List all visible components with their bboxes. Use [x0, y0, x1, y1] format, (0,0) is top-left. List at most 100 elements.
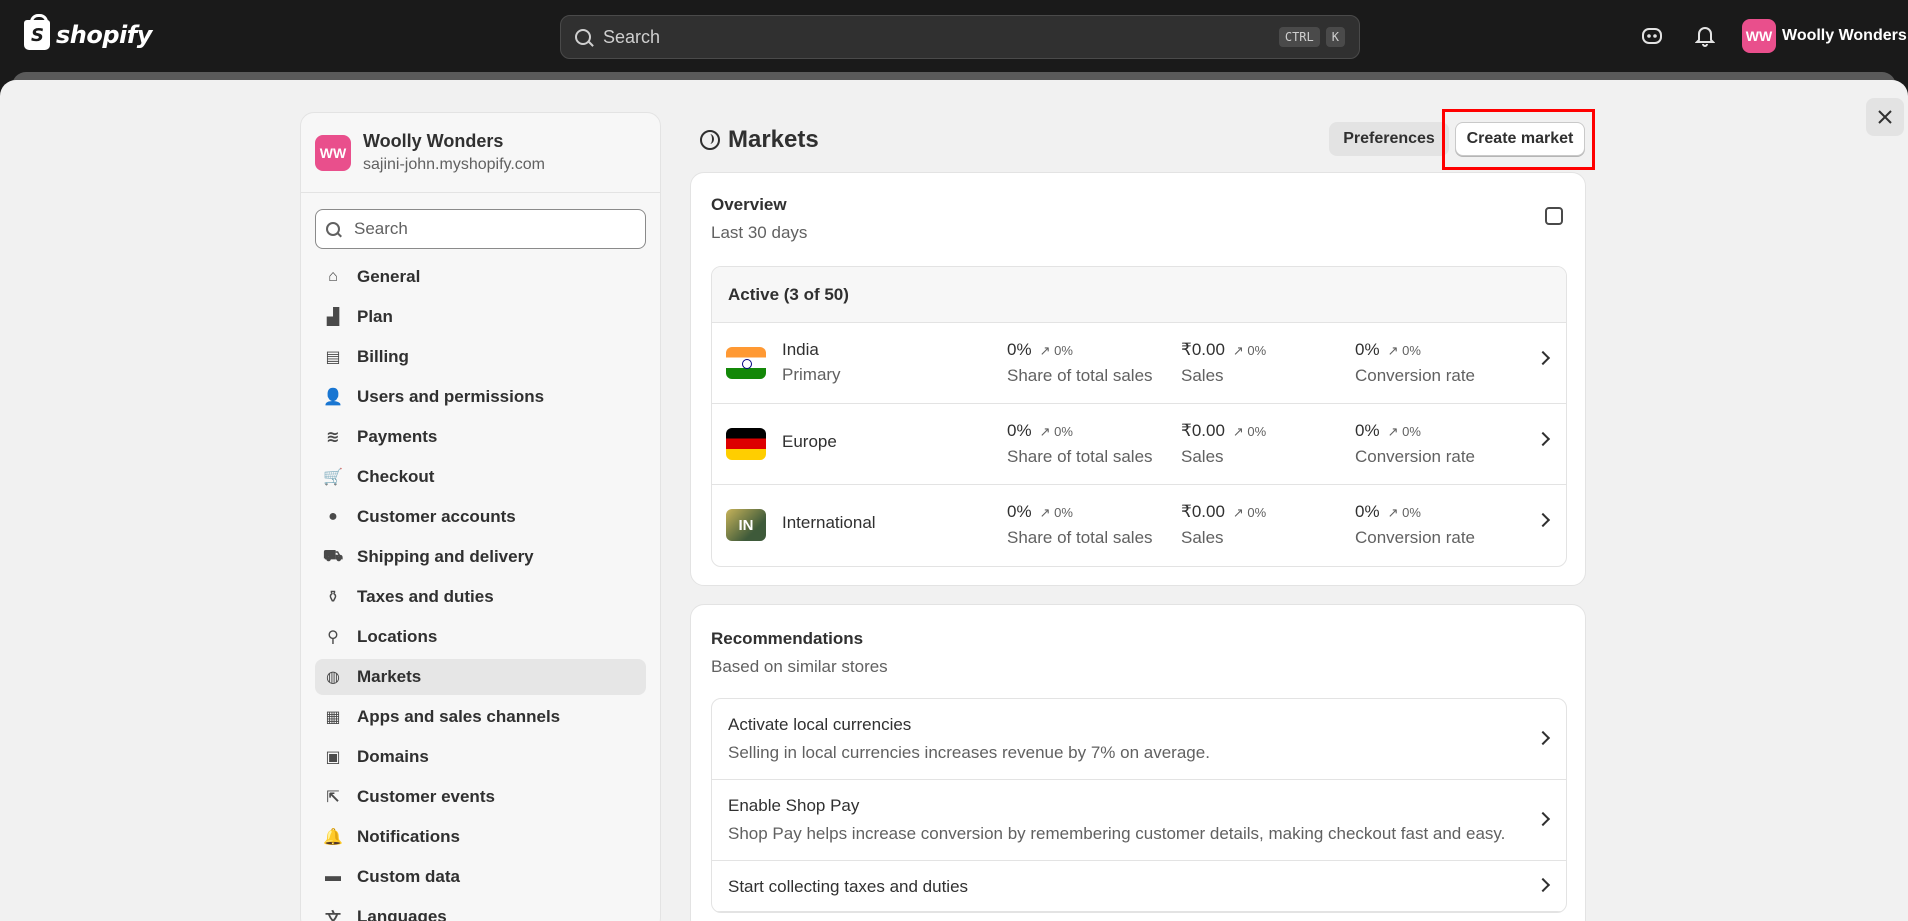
store-avatar: WW [315, 134, 351, 171]
market-name: India [782, 340, 819, 359]
sidebar-item-label: Plan [357, 307, 393, 326]
settings-search-input[interactable]: Search [315, 209, 646, 249]
sidebar-item-markets[interactable]: ◍ Markets [315, 659, 646, 695]
share-value: 0% [1007, 340, 1032, 359]
shortcut-k: K [1325, 27, 1345, 47]
truck-icon: ⛟ [322, 548, 344, 565]
logo-text: shopify [56, 21, 152, 49]
sales-label: Sales [1181, 366, 1224, 385]
sidebar-item-custom-data[interactable]: ▬ Custom data [315, 859, 646, 895]
sidebar-item-label: Domains [357, 747, 429, 766]
conversion-metric: 0% ↗ 0% Conversion rate [1355, 502, 1475, 548]
store-avatar: WW [1742, 19, 1776, 53]
sidebar-item-notifications[interactable]: 🔔 Notifications [315, 819, 646, 855]
bell-icon[interactable] [1693, 24, 1717, 48]
sidebar-item-users[interactable]: 👤 Users and permissions [315, 379, 646, 415]
sidebar-item-payments[interactable]: ≋ Payments [315, 419, 646, 455]
conversion-label: Conversion rate [1355, 366, 1476, 385]
recommendations-subtitle: Based on similar stores [711, 657, 888, 676]
share-delta: ↗ 0% [1039, 505, 1073, 520]
close-button[interactable] [1866, 98, 1904, 136]
market-row-india[interactable]: India Primary 0% ↗ 0% Share of total sales… [712, 323, 1566, 404]
tax-icon: ⚱ [326, 589, 340, 606]
share-metric: 0% ↗ 0% Share of total sales [1007, 502, 1153, 548]
store-header: WW Woolly Wonders sajini-john.myshopify.… [301, 113, 660, 193]
conversion-value: 0% [1355, 340, 1380, 359]
settings-nav: ⌂ General ▟ Plan ▤ Billing 👤 Users and permi… [301, 259, 660, 921]
highlight-box [1442, 109, 1595, 170]
close-icon [1878, 110, 1892, 124]
chevron-right-icon [1535, 431, 1551, 447]
sidebar-item-label: Locations [357, 627, 438, 646]
sales-metric: ₹0.00 ↗ 0% Sales [1181, 340, 1266, 386]
data-icon: ▬ [325, 868, 341, 885]
share-label: Share of total sales [1007, 528, 1153, 547]
sidebar-item-checkout[interactable]: 🛒 Checkout [315, 459, 646, 495]
sidebar-item-label: Customer events [357, 787, 495, 806]
sidebar-item-languages[interactable]: 文 Languages [315, 899, 646, 921]
store-domain: sajini-john.myshopify.com [363, 156, 545, 173]
sidebar-item-taxes[interactable]: ⚱ Taxes and duties [315, 579, 646, 615]
active-markets-header: Active (3 of 50) [712, 267, 1566, 323]
chevron-right-icon [1535, 350, 1551, 366]
sidebar-item-general[interactable]: ⌂ General [315, 259, 646, 295]
sales-value: ₹0.00 [1181, 421, 1225, 440]
sidebar-item-customer-accounts[interactable]: ● Customer accounts [315, 499, 646, 535]
sidebar-item-locations[interactable]: ⚲ Locations [315, 619, 646, 655]
share-value: 0% [1007, 502, 1032, 521]
preferences-button[interactable]: Preferences [1329, 122, 1449, 156]
sidebar-item-plan[interactable]: ▟ Plan [315, 299, 646, 335]
sales-metric: ₹0.00 ↗ 0% Sales [1181, 502, 1266, 548]
market-row-international[interactable]: IN International 0% ↗ 0% Share of total sa… [712, 485, 1566, 566]
sidebar-item-apps[interactable]: ▦ Apps and sales channels [315, 699, 646, 735]
share-label: Share of total sales [1007, 447, 1153, 466]
global-search-input[interactable]: Search CTRL K [560, 15, 1360, 59]
apps-icon: ▦ [325, 709, 341, 726]
shopify-logo[interactable]: S shopify [24, 14, 152, 50]
conversion-delta: ↗ 0% [1387, 505, 1421, 520]
sidebar-item-label: Billing [357, 347, 409, 366]
conversion-value: 0% [1355, 421, 1380, 440]
chevron-right-icon [1535, 512, 1551, 528]
search-icon [326, 222, 340, 236]
recommendation-local-currencies[interactable]: Activate local currencies Selling in loc… [712, 699, 1566, 780]
market-name: International [782, 513, 876, 532]
store-menu[interactable]: WW Woolly Wonders [1742, 19, 1907, 53]
domains-icon: ▣ [325, 749, 341, 766]
sidebar-item-domains[interactable]: ▣ Domains [315, 739, 646, 775]
report-icon[interactable] [1545, 207, 1563, 225]
sidebar-item-billing[interactable]: ▤ Billing [315, 339, 646, 375]
recommendation-shop-pay[interactable]: Enable Shop Pay Shop Pay helps increase … [712, 780, 1566, 861]
share-metric: 0% ↗ 0% Share of total sales [1007, 340, 1153, 386]
sidebar-item-customer-events[interactable]: ⇱ Customer events [315, 779, 646, 815]
recommendation-desc: Shop Pay helps increase conversion by re… [728, 824, 1506, 843]
recommendation-taxes[interactable]: Start collecting taxes and duties [712, 861, 1566, 912]
conversion-label: Conversion rate [1355, 447, 1476, 466]
chevron-right-icon [1535, 730, 1551, 746]
overview-card: Overview Last 30 days Active (3 of 50) I… [690, 172, 1586, 586]
sales-label: Sales [1181, 447, 1224, 466]
share-delta: ↗ 0% [1039, 424, 1073, 439]
market-row-europe[interactable]: Europe 0% ↗ 0% Share of total sales ₹0.00 ↗… [712, 404, 1566, 485]
share-metric: 0% ↗ 0% Share of total sales [1007, 421, 1153, 467]
conversion-delta: ↗ 0% [1387, 343, 1421, 358]
search-placeholder: Search [354, 219, 408, 238]
store-name: Woolly Wonders [363, 131, 504, 151]
plan-icon: ▟ [326, 309, 340, 326]
conversion-label: Conversion rate [1355, 528, 1476, 547]
globe-icon [700, 130, 720, 150]
billing-icon: ▤ [325, 349, 341, 366]
sidekick-icon[interactable] [1640, 24, 1664, 48]
sales-delta: ↗ 0% [1232, 424, 1267, 439]
recommendation-title: Start collecting taxes and duties [728, 877, 969, 896]
recommendations-card: Recommendations Based on similar stores … [690, 604, 1586, 921]
page-title-text: Markets [728, 126, 819, 153]
sales-delta: ↗ 0% [1232, 343, 1267, 358]
recommendation-desc: Selling in local currencies increases re… [728, 743, 1210, 762]
person-icon: ● [328, 508, 338, 525]
page-title: Markets [700, 126, 819, 154]
share-value: 0% [1007, 421, 1032, 440]
sidebar-item-shipping[interactable]: ⛟ Shipping and delivery [315, 539, 646, 575]
market-name: Europe [782, 432, 837, 451]
sales-delta: ↗ 0% [1232, 505, 1267, 520]
